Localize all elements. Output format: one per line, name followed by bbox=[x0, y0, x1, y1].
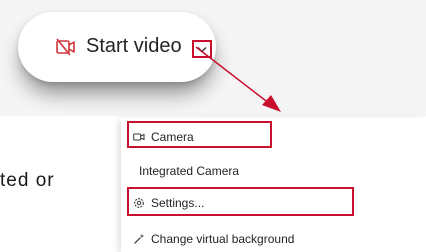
video-options-chevron-button[interactable] bbox=[192, 40, 212, 58]
magic-wand-icon bbox=[133, 233, 145, 245]
menu-item-label: Change virtual background bbox=[151, 232, 295, 246]
chevron-down-icon bbox=[197, 46, 207, 52]
background-partial-text: ted or bbox=[0, 170, 55, 191]
menu-item-integrated-camera[interactable]: Integrated Camera bbox=[121, 162, 426, 180]
start-video-button[interactable]: Start video bbox=[18, 12, 216, 82]
camera-off-icon bbox=[56, 38, 76, 56]
menu-item-label: Integrated Camera bbox=[139, 164, 240, 178]
start-video-label: Start video bbox=[86, 35, 182, 57]
highlight-box-settings bbox=[127, 187, 354, 216]
highlight-box-camera bbox=[127, 121, 272, 148]
menu-item-change-virtual-background[interactable]: Change virtual background bbox=[121, 230, 426, 248]
